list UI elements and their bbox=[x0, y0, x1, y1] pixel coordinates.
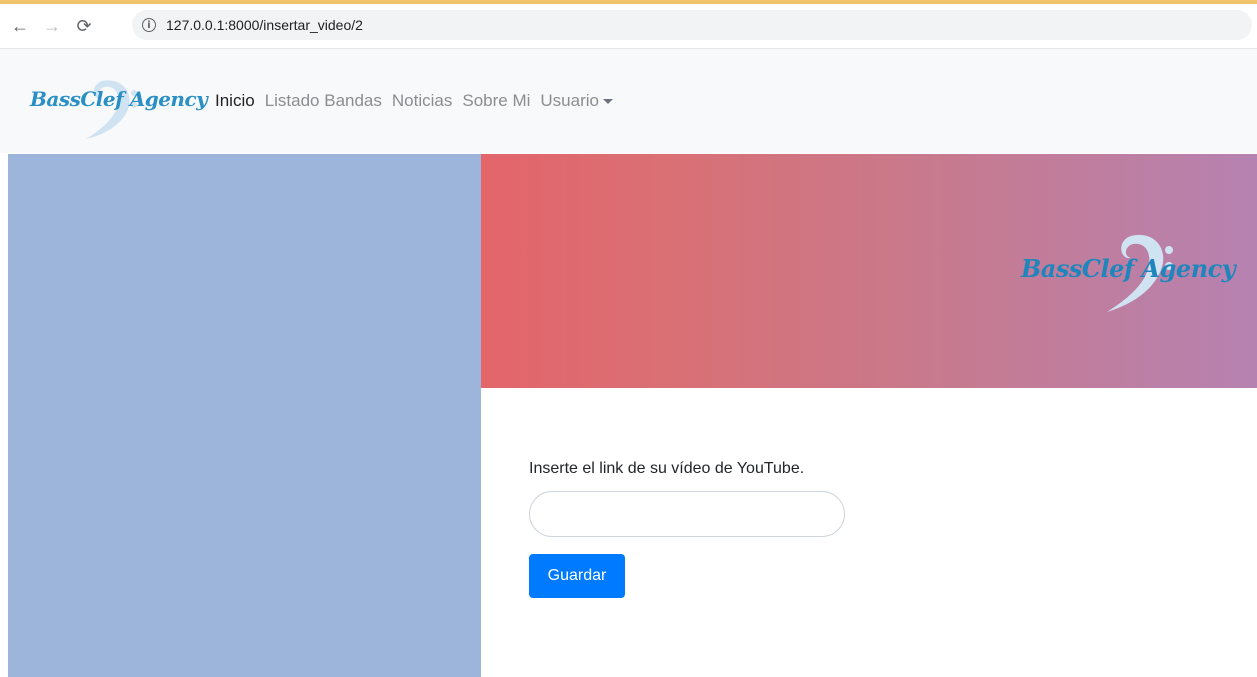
save-button[interactable]: Guardar bbox=[529, 554, 625, 598]
info-icon[interactable]: i bbox=[142, 18, 156, 32]
hero-brand-text: BassClef Agency bbox=[1021, 254, 1236, 283]
nav-links: Inicio Listado Bandas Noticias Sobre Mi … bbox=[215, 91, 623, 111]
nav-link-noticias[interactable]: Noticias bbox=[392, 91, 452, 111]
browser-toolbar: ← → ⟳ i 127.0.0.1:8000/insertar_video/2 bbox=[0, 4, 1257, 49]
hero-logo: BassClef Agency bbox=[1021, 224, 1251, 324]
hero-banner: BassClef Agency bbox=[481, 154, 1257, 388]
reload-button[interactable]: ⟳ bbox=[72, 14, 96, 38]
back-button[interactable]: ← bbox=[8, 14, 32, 38]
reload-icon: ⟳ bbox=[76, 15, 92, 36]
user-dropdown-label: Usuario bbox=[540, 91, 599, 110]
brand-text[interactable]: BassClef Agency bbox=[30, 87, 208, 111]
youtube-link-input[interactable] bbox=[529, 491, 845, 537]
youtube-link-label: Inserte el link de su vídeo de YouTube. bbox=[529, 460, 805, 477]
brand-logo[interactable]: BassClef Agency bbox=[30, 61, 208, 141]
user-dropdown-toggle[interactable]: Usuario bbox=[540, 91, 613, 111]
site-navbar: BassClef Agency Inicio Listado Bandas No… bbox=[0, 49, 1257, 153]
arrow-right-icon: → bbox=[43, 15, 61, 36]
url-text[interactable]: 127.0.0.1:8000/insertar_video/2 bbox=[166, 17, 363, 33]
nav-link-sobre-mi[interactable]: Sobre Mi bbox=[462, 91, 530, 111]
caret-down-icon bbox=[602, 99, 613, 105]
address-bar[interactable]: i 127.0.0.1:8000/insertar_video/2 bbox=[132, 10, 1252, 40]
video-form: Inserte el link de su vídeo de YouTube. … bbox=[481, 388, 1257, 677]
nav-link-inicio[interactable]: Inicio bbox=[215, 91, 255, 111]
nav-link-listado-bandas[interactable]: Listado Bandas bbox=[265, 91, 382, 111]
arrow-left-icon: ← bbox=[11, 15, 29, 36]
forward-button[interactable]: → bbox=[40, 14, 64, 38]
left-panel bbox=[8, 154, 481, 677]
